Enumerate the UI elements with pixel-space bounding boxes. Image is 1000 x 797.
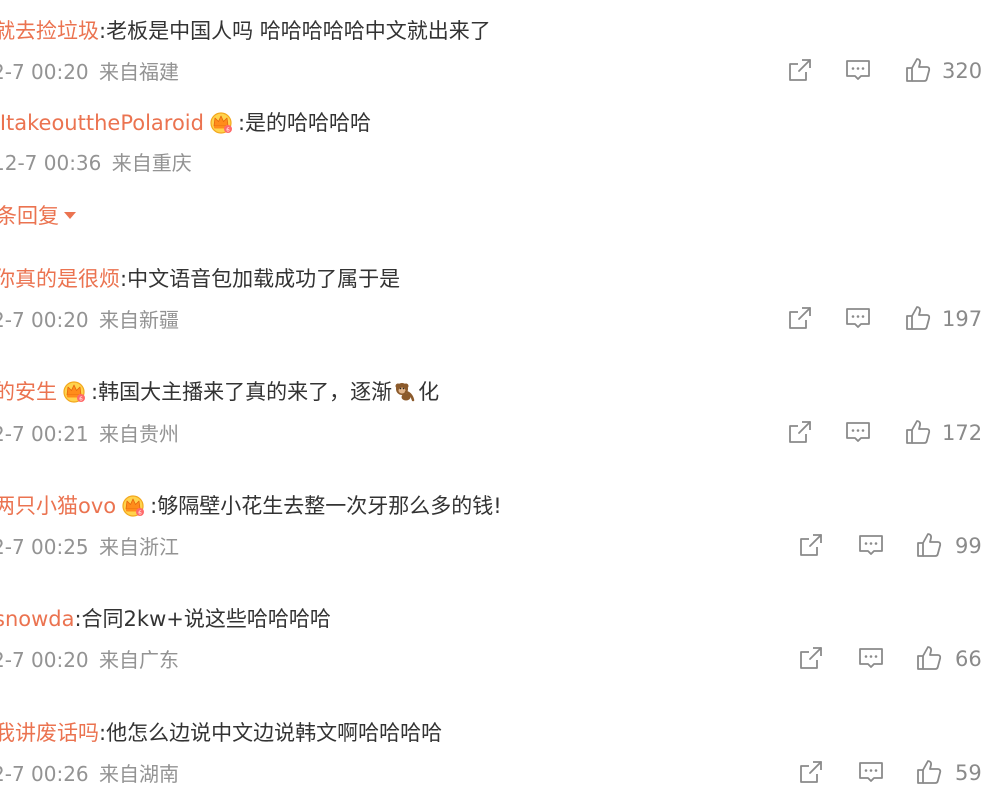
comment-text: :中文语音包加载成功了属于是 — [120, 267, 401, 291]
thumbs-up-icon[interactable] — [904, 304, 932, 332]
comment-icon[interactable] — [857, 758, 885, 786]
comment-meta: 2-7 00:20 来自广东 — [0, 646, 179, 674]
comment-icon[interactable] — [844, 418, 872, 446]
monkey-emoji-icon — [394, 380, 416, 402]
comment-meta: 2-7 00:26 来自湖南 — [0, 760, 179, 788]
comment-meta: 12-7 00:36 来自重庆 — [0, 149, 192, 177]
thumbs-up-icon[interactable] — [915, 531, 943, 559]
comment-location: 来自广东 — [99, 648, 180, 672]
comment-icon[interactable] — [844, 304, 872, 332]
comment-text-tail: 化 — [418, 380, 440, 404]
comment-4: 的安生 :韩国大主播来了真的来了，逐渐 化 — [0, 378, 439, 406]
comment-5: 两只小猫ovo :够隔壁小花生去整一次牙那么多的钱! — [0, 492, 502, 520]
comment-icon[interactable] — [857, 531, 885, 559]
comment-location: 来自湖南 — [99, 762, 180, 786]
comment-username[interactable]: 就去捡垃圾 — [0, 19, 99, 43]
comment-location: 来自新疆 — [99, 308, 180, 332]
comment-actions: 172 — [786, 418, 986, 448]
comment-actions: 320 — [786, 56, 986, 86]
comment-3: 你真的是很烦:中文语音包加载成功了属于是 — [0, 265, 400, 293]
comment-time: 2-7 00:26 — [0, 762, 89, 786]
share-icon[interactable] — [786, 304, 814, 332]
share-icon[interactable] — [797, 758, 825, 786]
comment-time: 2-7 00:25 — [0, 535, 89, 559]
comment-text: :是的哈哈哈哈 — [237, 111, 372, 135]
expand-replies-toggle[interactable]: 条回复 — [0, 202, 76, 230]
like-count: 59 — [955, 761, 982, 785]
thumbs-up-icon[interactable] — [904, 56, 932, 84]
comment-time: 2-7 00:20 — [0, 60, 89, 84]
comment-time: 2-7 00:20 — [0, 648, 89, 672]
thumbs-up-icon[interactable] — [915, 644, 943, 672]
comment-text: :韩国大主播来了真的来了，逐渐 — [91, 380, 393, 404]
comment-text: :他怎么边说中文边说韩文啊哈哈哈哈 — [99, 721, 443, 745]
comment-text: :老板是中国人吗 哈哈哈哈哈中文就出来了 — [99, 19, 491, 43]
reply-toggle-label: 条回复 — [0, 204, 59, 228]
comment-location: 来自福建 — [99, 60, 180, 84]
comment-meta: 2-7 00:25 来自浙江 — [0, 533, 179, 561]
like-count: 66 — [955, 647, 982, 671]
comment-time: 2-7 00:21 — [0, 422, 89, 446]
vip-crown-badge-icon — [61, 378, 87, 404]
comment-6: snowda:合同2kw+说这些哈哈哈哈 — [0, 605, 331, 633]
comment-7: 我讲废话吗:他怎么边说中文边说韩文啊哈哈哈哈 — [0, 719, 442, 747]
comment-text: :够隔壁小花生去整一次牙那么多的钱! — [150, 494, 502, 518]
share-icon[interactable] — [797, 531, 825, 559]
comment-1: ıItakeoutthePolaroid :是的哈哈哈哈 — [0, 109, 371, 137]
comment-location: 来自重庆 — [111, 151, 192, 175]
like-count: 99 — [955, 534, 982, 558]
comment-actions: 99 — [797, 531, 987, 561]
vip-crown-badge-icon — [208, 109, 234, 135]
comment-username[interactable]: snowda — [0, 607, 74, 631]
comment-meta: 2-7 00:20 来自福建 — [0, 58, 179, 86]
like-count: 320 — [942, 59, 983, 83]
comment-actions: 66 — [797, 644, 987, 674]
thumbs-up-icon[interactable] — [904, 418, 932, 446]
vip-crown-badge-icon — [120, 492, 146, 518]
like-count: 172 — [942, 421, 983, 445]
comment-icon[interactable] — [844, 56, 872, 84]
share-icon[interactable] — [786, 418, 814, 446]
comment-username[interactable]: 你真的是很烦 — [0, 267, 120, 291]
comment-username[interactable]: ıItakeoutthePolaroid — [0, 111, 204, 135]
comment-meta: 2-7 00:21 来自贵州 — [0, 420, 179, 448]
comment-actions: 197 — [786, 304, 986, 334]
comment-text: :合同2kw+说这些哈哈哈哈 — [74, 607, 331, 631]
comment-icon[interactable] — [857, 644, 885, 672]
comment-location: 来自贵州 — [99, 422, 180, 446]
comment-meta: 2-7 00:20 来自新疆 — [0, 306, 179, 334]
thumbs-up-icon[interactable] — [915, 758, 943, 786]
share-icon[interactable] — [797, 644, 825, 672]
comment-0: 就去捡垃圾:老板是中国人吗 哈哈哈哈哈中文就出来了 — [0, 17, 491, 45]
comment-time: 12-7 00:36 — [0, 151, 102, 175]
like-count: 197 — [942, 307, 983, 331]
caret-down-icon — [64, 212, 76, 219]
comment-username[interactable]: 的安生 — [0, 380, 57, 404]
comment-username[interactable]: 我讲废话吗 — [0, 721, 99, 745]
comment-username[interactable]: 两只小猫ovo — [0, 494, 116, 518]
comment-time: 2-7 00:20 — [0, 308, 89, 332]
comment-location: 来自浙江 — [99, 535, 180, 559]
share-icon[interactable] — [786, 56, 814, 84]
comment-actions: 59 — [797, 758, 987, 788]
